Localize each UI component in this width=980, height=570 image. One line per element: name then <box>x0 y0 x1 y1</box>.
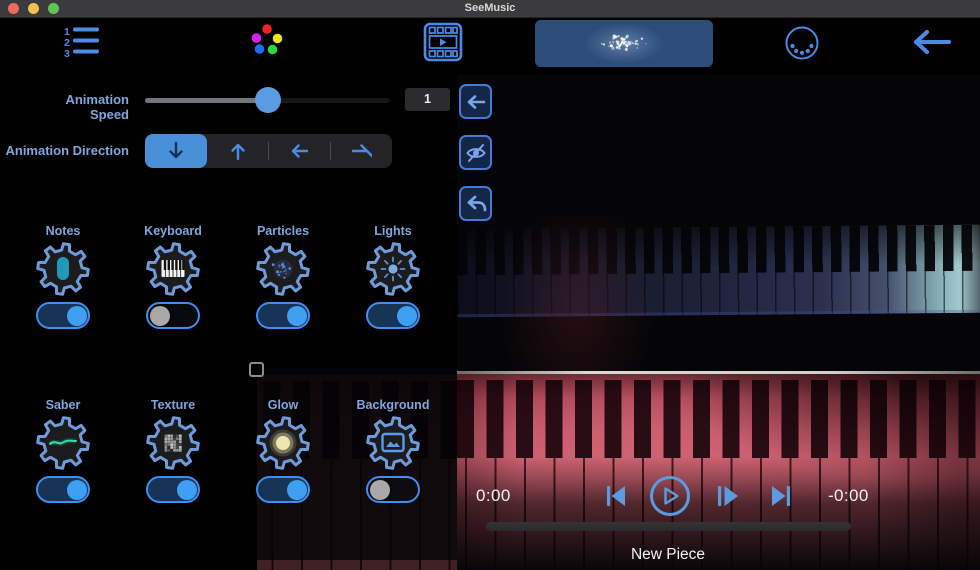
play-icon <box>650 476 690 516</box>
particles-label: Particles <box>256 224 310 238</box>
toggle-card-saber: Saber <box>8 398 118 503</box>
seek-bar[interactable] <box>486 522 851 531</box>
lights-gear-icon <box>366 242 420 296</box>
switch-knob <box>66 305 87 326</box>
step-forward-icon <box>718 486 738 506</box>
keyboard-label: Keyboard <box>144 224 202 238</box>
switch-knob <box>396 305 417 326</box>
arrow-right-icon <box>351 144 373 158</box>
toggle-card-glow: Glow <box>228 398 338 503</box>
undo-button[interactable] <box>459 186 492 221</box>
seemusic-window: SeeMusic 1 2 3 Animation Speed 1 Animati… <box>0 0 980 570</box>
skip-back-button[interactable] <box>603 483 629 512</box>
arrow-left-icon <box>292 144 309 158</box>
toggle-card-background: Background <box>338 398 448 503</box>
undo-arrow-icon <box>467 195 486 211</box>
toggle-card-notes: Notes <box>8 224 118 329</box>
lights-settings-gear-button[interactable] <box>366 242 420 296</box>
back-arrow-icon[interactable] <box>910 28 952 56</box>
ordered-list-icon[interactable]: 1 2 3 <box>64 24 100 60</box>
keyboard-gear-icon <box>146 242 200 296</box>
lights-switch[interactable] <box>366 302 420 329</box>
direction-segment-arrow-down[interactable] <box>145 134 207 168</box>
toolbar: 1 2 3 <box>0 18 980 75</box>
film-icon[interactable] <box>423 22 463 62</box>
skip-next-icon <box>772 486 790 506</box>
midi-connector-icon[interactable] <box>784 25 820 61</box>
keyboard-settings-gear-button[interactable] <box>146 242 200 296</box>
animation-speed-value-field[interactable]: 1 <box>405 88 450 111</box>
background-switch[interactable] <box>366 476 420 503</box>
arrow-up-icon <box>230 143 245 161</box>
glow-gear-icon <box>256 416 310 470</box>
glow-settings-gear-button[interactable] <box>256 416 310 470</box>
arrow-left-icon <box>467 94 485 109</box>
animation-speed-label: Animation Speed <box>65 92 129 122</box>
toggle-card-texture: Texture <box>118 398 228 503</box>
switch-knob <box>369 479 390 500</box>
animation-direction-segmented-control <box>145 134 392 168</box>
texture-switch[interactable] <box>146 476 200 503</box>
toggle-card-lights: Lights <box>338 224 448 329</box>
switch-knob <box>286 479 307 500</box>
texture-settings-gear-button[interactable] <box>146 416 200 470</box>
notes-switch[interactable] <box>36 302 90 329</box>
switch-knob <box>66 479 87 500</box>
animation-speed-slider[interactable] <box>145 87 390 113</box>
step-forward-button[interactable] <box>714 483 740 512</box>
titlebar: SeeMusic <box>0 0 980 18</box>
resize-handle-icon[interactable] <box>249 362 264 377</box>
notes-settings-gear-button[interactable] <box>36 242 90 296</box>
window-title: SeeMusic <box>464 2 516 14</box>
hide-interface-button[interactable] <box>459 135 492 170</box>
saber-label: Saber <box>45 398 81 412</box>
keyboard-switch[interactable] <box>146 302 200 329</box>
switch-knob <box>176 479 197 500</box>
collapse-panel-button[interactable] <box>459 84 492 119</box>
direction-segment-arrow-up[interactable] <box>207 134 269 168</box>
foreground-piano-keys <box>457 374 980 570</box>
direction-segment-arrow-left[interactable] <box>268 134 331 168</box>
skip-back-icon <box>607 486 625 506</box>
switch-knob <box>286 305 307 326</box>
glow-label: Glow <box>267 398 299 412</box>
toggle-card-particles: Particles <box>228 224 338 329</box>
saber-switch[interactable] <box>36 476 90 503</box>
texture-label: Texture <box>150 398 196 412</box>
background-settings-gear-button[interactable] <box>366 416 420 470</box>
slider-fill <box>145 98 268 103</box>
particles-switch[interactable] <box>256 302 310 329</box>
eye-off-icon <box>465 143 486 162</box>
glow-switch[interactable] <box>256 476 310 503</box>
saber-settings-gear-button[interactable] <box>36 416 90 470</box>
background-gear-icon <box>366 416 420 470</box>
toggle-card-keyboard: Keyboard <box>118 224 228 329</box>
elapsed-time: 0:00 <box>476 486 511 505</box>
skip-next-button[interactable] <box>768 483 794 512</box>
background-label: Background <box>356 398 430 412</box>
particles-gear-icon <box>256 242 310 296</box>
particles-thumbnail <box>601 34 647 51</box>
lights-label: Lights <box>374 224 412 238</box>
switch-knob <box>149 305 170 326</box>
color-dots-icon[interactable] <box>249 23 285 59</box>
remaining-time: -0:00 <box>828 486 869 505</box>
particles-preview-button[interactable] <box>535 20 713 67</box>
direction-segment-arrow-right[interactable] <box>329 134 392 168</box>
arrow-down-icon <box>169 141 183 159</box>
svg-text:3: 3 <box>64 48 70 60</box>
note-gear-icon <box>36 242 90 296</box>
slider-thumb[interactable] <box>254 87 281 113</box>
notes-label: Notes <box>45 224 81 238</box>
texture-gear-icon <box>146 416 200 470</box>
play-button[interactable] <box>649 475 691 520</box>
saber-gear-icon <box>36 416 90 470</box>
particles-settings-gear-button[interactable] <box>256 242 310 296</box>
animation-direction-label: Animation Direction <box>5 143 129 158</box>
piece-title: New Piece <box>630 546 706 563</box>
